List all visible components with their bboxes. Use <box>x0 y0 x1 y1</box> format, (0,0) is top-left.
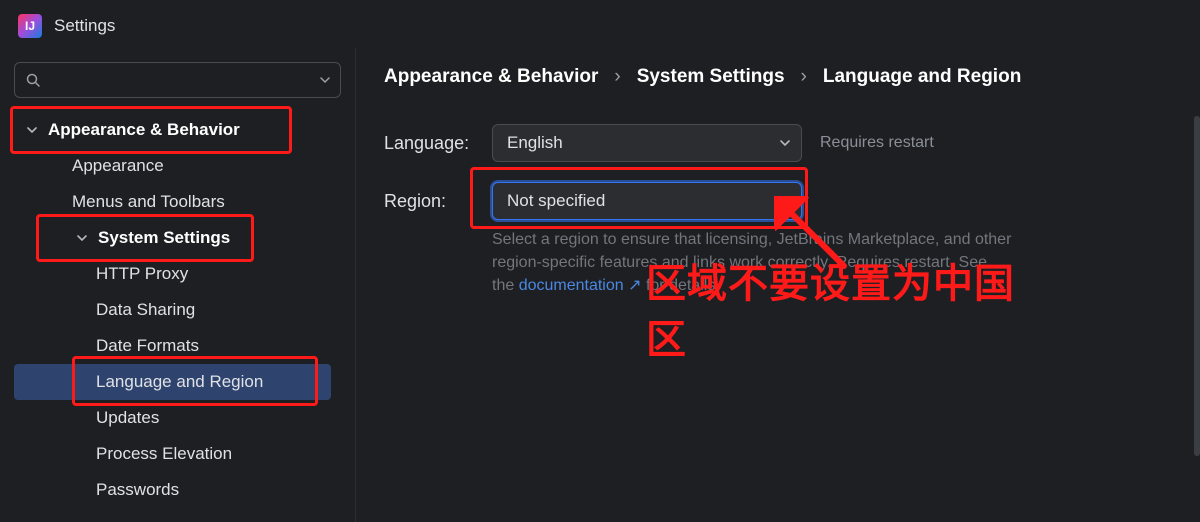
sidebar-item[interactable]: Appearance & Behavior <box>14 112 331 148</box>
sidebar-item-label: Process Elevation <box>96 444 232 464</box>
search-input-wrap[interactable] <box>14 62 341 98</box>
titlebar: IJ Settings <box>0 0 1200 48</box>
crumb-seg[interactable]: System Settings <box>637 66 785 88</box>
sidebar-item-label: System Settings <box>98 228 230 248</box>
annotation-text: 区域不要设置为中国 区 <box>646 256 1015 368</box>
settings-sidebar: Appearance & Behavior Appearance Menus and… <box>0 48 356 522</box>
sidebar-item-label: Language and Region <box>96 372 263 392</box>
sidebar-item-label: Appearance <box>72 156 164 176</box>
sidebar-item[interactable]: Updates <box>14 400 331 436</box>
chevron-down-icon <box>22 124 42 136</box>
window-title: Settings <box>54 16 115 36</box>
sidebar-item-label: HTTP Proxy <box>96 264 188 284</box>
region-value: Not specified <box>507 191 605 211</box>
label-language: Language: <box>384 133 474 154</box>
sidebar-item[interactable]: Data Sharing <box>14 292 331 328</box>
breadcrumb: Appearance & Behavior › System Settings … <box>384 66 1170 88</box>
sidebar-item[interactable]: Language and Region <box>14 364 331 400</box>
crumb-seg: Language and Region <box>823 66 1021 88</box>
search-icon <box>25 72 41 88</box>
sidebar-item-label: Menus and Toolbars <box>72 192 225 212</box>
language-hint: Requires restart <box>820 134 934 152</box>
sidebar-item-label: Date Formats <box>96 336 199 356</box>
sidebar-item[interactable]: Process Elevation <box>14 436 331 472</box>
settings-main: Appearance & Behavior › System Settings … <box>356 48 1200 522</box>
doc-link[interactable]: documentation ↗ <box>519 277 642 294</box>
sidebar-item[interactable]: Passwords <box>14 472 331 508</box>
sidebar-item-label: Data Sharing <box>96 300 195 320</box>
sidebar-item[interactable]: HTTP Proxy <box>14 256 331 292</box>
chevron-down-icon <box>320 75 330 85</box>
sidebar-item[interactable]: System Settings <box>14 220 331 256</box>
language-combo[interactable]: English <box>492 124 802 162</box>
crumb-sep: › <box>801 66 807 88</box>
sidebar-item[interactable]: Appearance <box>14 148 331 184</box>
sidebar-item[interactable]: Date Formats <box>14 328 331 364</box>
chevron-down-icon <box>72 232 92 244</box>
crumb-sep: › <box>614 66 620 88</box>
sidebar-item-label: Passwords <box>96 480 179 500</box>
crumb-seg[interactable]: Appearance & Behavior <box>384 66 598 88</box>
sidebar-item[interactable]: Menus and Toolbars <box>14 184 331 220</box>
chevron-down-icon <box>779 137 791 149</box>
sidebar-item-label: Updates <box>96 408 159 428</box>
search-input[interactable] <box>47 72 314 88</box>
label-region: Region: <box>384 191 474 212</box>
language-row: Language: English Requires restart <box>384 124 1170 162</box>
settings-tree: Appearance & Behavior Appearance Menus and… <box>14 112 341 508</box>
language-value: English <box>507 133 563 153</box>
sidebar-item-label: Appearance & Behavior <box>48 120 240 140</box>
region-combo[interactable]: Not specified <box>492 182 802 220</box>
app-icon: IJ <box>18 14 42 38</box>
